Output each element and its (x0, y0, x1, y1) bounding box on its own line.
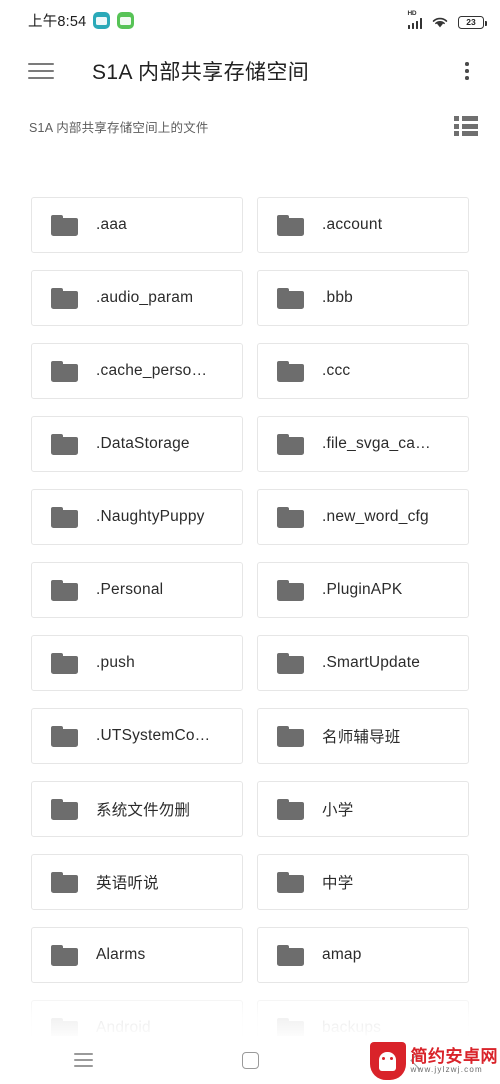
home-button[interactable] (167, 1036, 334, 1084)
file-name-label: .file_svga_ca… (322, 435, 431, 452)
file-card[interactable]: .Personal (31, 562, 243, 618)
file-grid-scroll-area[interactable]: .aaa .account .audio_param .bbb .cache_perso… (0, 150, 500, 1084)
file-name-label: .PluginAPK (322, 581, 403, 598)
file-card[interactable]: 中学 (257, 854, 469, 910)
watermark-text: 简约安卓网 www.jylzwj.com (410, 1046, 499, 1075)
file-card[interactable]: .file_svga_ca… (257, 416, 469, 472)
folder-icon (51, 652, 78, 674)
status-bar-left: 上午8:54 (28, 10, 135, 31)
file-card[interactable]: Alarms (31, 927, 243, 983)
file-card[interactable]: .UTSystemCo… (31, 708, 243, 764)
folder-icon (51, 433, 78, 455)
file-name-label: 中学 (322, 875, 354, 892)
file-card[interactable]: .PluginAPK (257, 562, 469, 618)
file-card[interactable]: .SmartUpdate (257, 635, 469, 691)
folder-icon (51, 360, 78, 382)
app-header: S1A 内部共享存储空间 (0, 40, 500, 102)
android-shield-logo-icon (369, 1042, 406, 1080)
file-name-label: .Personal (96, 581, 164, 598)
file-card[interactable]: .NaughtyPuppy (31, 489, 243, 545)
weather-app-icon (93, 11, 111, 29)
overflow-menu-icon[interactable] (456, 59, 478, 83)
folder-icon (277, 360, 304, 382)
file-card[interactable]: .new_word_cfg (257, 489, 469, 545)
folder-icon (277, 944, 304, 966)
subheader: S1A 内部共享存储空间上的文件 (0, 102, 500, 150)
file-name-label: .aaa (96, 216, 127, 233)
file-name-label: .bbb (322, 289, 353, 306)
folder-icon (51, 579, 78, 601)
folder-icon (277, 725, 304, 747)
hd-label: HD (407, 10, 417, 17)
file-card[interactable]: amap (257, 927, 469, 983)
android-robot-glyph (379, 1051, 396, 1071)
file-name-label: .audio_param (96, 289, 194, 306)
cellular-signal-icon: HD (407, 10, 422, 29)
file-name-label: .ccc (322, 362, 351, 379)
wifi-icon (431, 15, 449, 29)
folder-icon (51, 287, 78, 309)
battery-icon: 23 (458, 16, 487, 29)
folder-icon (51, 725, 78, 747)
folder-icon (277, 579, 304, 601)
folder-icon (277, 506, 304, 528)
file-card[interactable]: .account (257, 197, 469, 253)
file-card[interactable]: .aaa (31, 197, 243, 253)
folder-icon (277, 433, 304, 455)
file-name-label: Alarms (96, 946, 146, 963)
file-card[interactable]: 名师辅导班 (257, 708, 469, 764)
folder-icon (51, 214, 78, 236)
file-card[interactable]: .DataStorage (31, 416, 243, 472)
watermark-title: 简约安卓网 (410, 1046, 498, 1066)
file-name-label: Android (96, 1019, 151, 1036)
file-card[interactable]: .ccc (257, 343, 469, 399)
file-name-label: .SmartUpdate (322, 654, 421, 671)
file-name-label: .NaughtyPuppy (96, 508, 205, 525)
file-grid: .aaa .account .audio_param .bbb .cache_perso… (0, 150, 500, 1056)
file-card[interactable]: 英语听说 (31, 854, 243, 910)
status-bar-clock: 上午8:54 (28, 13, 87, 30)
status-bar-right: HD 23 (407, 10, 487, 29)
file-card[interactable]: 系统文件勿删 (31, 781, 243, 837)
folder-icon (51, 871, 78, 893)
file-card[interactable]: 小学 (257, 781, 469, 837)
folder-icon (277, 652, 304, 674)
home-icon (241, 1051, 259, 1069)
status-bar: 上午8:54 HD 23 (0, 0, 500, 40)
file-name-label: .UTSystemCo… (96, 727, 211, 744)
file-name-label: 小学 (322, 802, 354, 819)
breadcrumb: S1A 内部共享存储空间上的文件 (29, 120, 209, 135)
file-name-label: amap (322, 946, 362, 963)
file-name-label: 英语听说 (96, 875, 159, 892)
file-name-label: .new_word_cfg (322, 508, 429, 525)
file-card[interactable]: .audio_param (31, 270, 243, 326)
folder-icon (51, 798, 78, 820)
file-name-label: .push (96, 654, 135, 671)
file-name-label: 系统文件勿删 (96, 802, 191, 819)
file-card[interactable]: .bbb (257, 270, 469, 326)
page-title: S1A 内部共享存储空间 (92, 61, 310, 84)
folder-icon (277, 871, 304, 893)
battery-level-label: 23 (466, 17, 476, 28)
folder-icon (277, 287, 304, 309)
notes-app-icon (117, 11, 135, 29)
folder-icon (51, 944, 78, 966)
site-watermark: 简约安卓网 www.jylzwj.com (369, 1042, 499, 1080)
file-name-label: 名师辅导班 (322, 729, 401, 746)
folder-icon (277, 214, 304, 236)
file-name-label: backups (322, 1019, 382, 1036)
list-view-icon[interactable] (454, 116, 478, 136)
folder-icon (51, 506, 78, 528)
hamburger-menu-icon[interactable] (28, 61, 54, 81)
folder-icon (277, 798, 304, 820)
file-name-label: .account (322, 216, 383, 233)
file-card[interactable]: .cache_perso… (31, 343, 243, 399)
recent-apps-button[interactable] (0, 1036, 167, 1084)
file-name-label: .DataStorage (96, 435, 190, 452)
signal-bars (407, 18, 422, 29)
recent-apps-icon (73, 1053, 93, 1067)
file-card[interactable]: .push (31, 635, 243, 691)
watermark-url: www.jylzwj.com (410, 1065, 483, 1075)
file-name-label: .cache_perso… (96, 362, 208, 379)
